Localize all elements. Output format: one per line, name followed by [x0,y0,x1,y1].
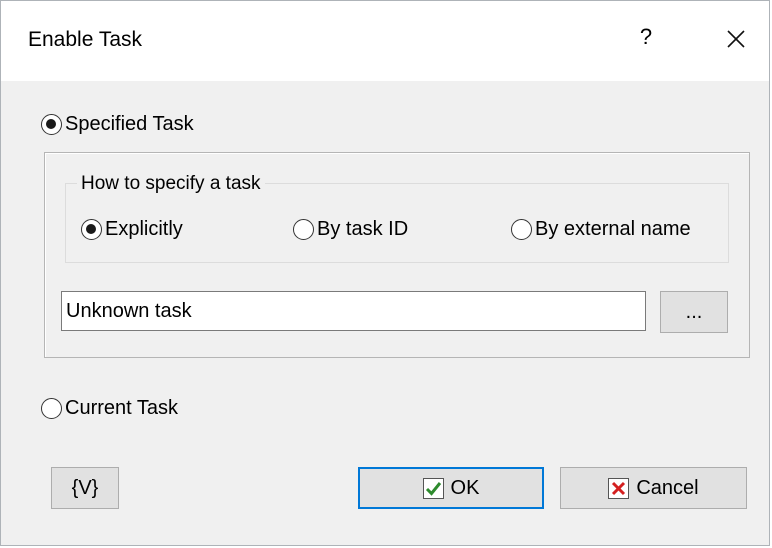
by-external-name-label: By external name [535,218,691,240]
specified-task-label: Specified Task [65,113,194,135]
specified-task-radio[interactable]: Specified Task [41,113,194,136]
checkmark-icon [422,477,444,499]
title-bar: Enable Task ? [1,1,769,81]
task-name-input[interactable] [61,291,646,331]
ok-button[interactable]: OK [358,467,544,509]
explicitly-label: Explicitly [105,218,183,240]
variables-button[interactable]: {V} [51,467,119,509]
close-button[interactable] [721,23,751,55]
dialog-title: Enable Task [28,28,143,51]
variables-button-label: {V} [71,476,99,499]
by-task-id-label: By task ID [317,218,409,240]
ok-button-label: OK [450,476,480,499]
current-task-label: Current Task [65,397,179,419]
by-external-name-radio[interactable]: By external name [511,218,691,241]
explicitly-radio-circle[interactable] [81,219,102,240]
explicitly-radio[interactable]: Explicitly [81,218,183,241]
cancel-button-label: Cancel [636,476,699,499]
red-x-icon [608,477,630,499]
specified-task-radio-circle[interactable] [41,114,62,135]
browse-button-label: ... [685,300,703,323]
by-external-name-radio-circle[interactable] [511,219,532,240]
enable-task-dialog: Enable Task ? Specified Task How to spec… [0,0,770,546]
by-task-id-radio[interactable]: By task ID [293,218,408,241]
help-button[interactable]: ? [631,24,661,54]
cancel-button[interactable]: Cancel [560,467,747,509]
current-task-radio-circle[interactable] [41,398,62,419]
browse-button[interactable]: ... [660,291,728,333]
close-icon [727,30,745,48]
by-task-id-radio-circle[interactable] [293,219,314,240]
current-task-radio[interactable]: Current Task [41,397,178,420]
how-to-specify-legend: How to specify a task [77,173,265,195]
